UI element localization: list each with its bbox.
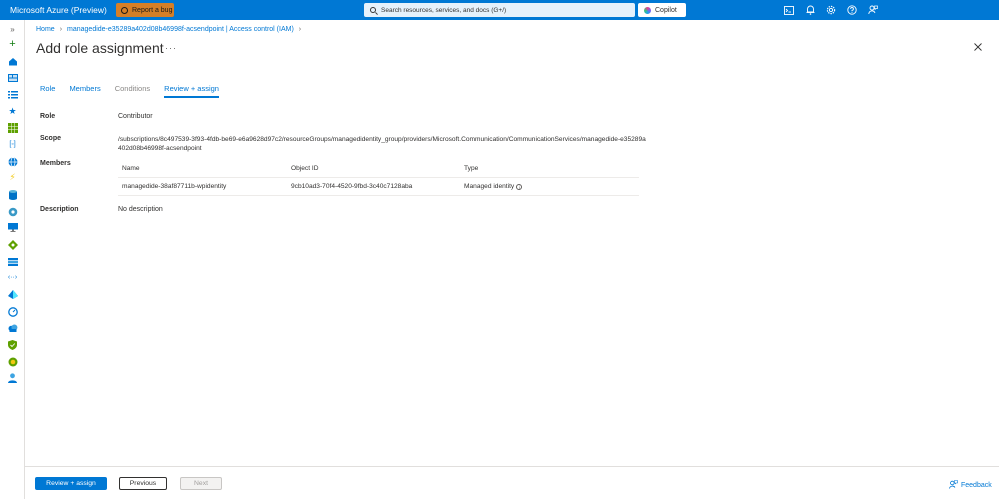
previous-button[interactable]: Previous bbox=[119, 477, 167, 490]
page-title: Add role assignment bbox=[36, 40, 164, 56]
footer-bar: Review + assign Previous Next Feedback bbox=[25, 466, 999, 499]
cost-management-icon[interactable] bbox=[7, 356, 18, 367]
members-table: Name Object ID Type managedide-38af87711… bbox=[118, 160, 639, 196]
info-icon[interactable]: i bbox=[516, 183, 523, 190]
entra-id-icon[interactable] bbox=[7, 289, 18, 300]
top-bar: Microsoft Azure (Preview) Report a bug S… bbox=[0, 0, 999, 20]
tab-review-assign[interactable]: Review + assign bbox=[164, 84, 219, 98]
load-balancer-icon[interactable] bbox=[7, 239, 18, 250]
copilot-icon bbox=[644, 6, 651, 14]
breadcrumb-home[interactable]: Home bbox=[36, 26, 55, 33]
storage-account-icon[interactable] bbox=[7, 256, 18, 267]
role-value: Contributor bbox=[118, 113, 153, 120]
home-icon[interactable] bbox=[7, 56, 18, 67]
global-search-input[interactable]: Search resources, services, and docs (G+… bbox=[364, 3, 635, 17]
resource-groups-icon[interactable]: [◦] bbox=[7, 139, 18, 150]
notifications-bell-icon[interactable] bbox=[803, 3, 817, 17]
dashboard-icon[interactable] bbox=[7, 72, 18, 83]
create-resource-icon[interactable]: + bbox=[7, 39, 18, 50]
expand-menu-icon[interactable]: » bbox=[7, 24, 18, 35]
cloud-shell-icon[interactable] bbox=[782, 3, 796, 17]
virtual-machine-icon[interactable] bbox=[7, 222, 18, 233]
sql-database-icon[interactable] bbox=[7, 189, 18, 200]
app-services-globe-icon[interactable] bbox=[7, 156, 18, 167]
feedback-link[interactable]: Feedback bbox=[949, 480, 992, 491]
close-icon[interactable] bbox=[974, 42, 982, 54]
help-question-icon[interactable] bbox=[845, 3, 859, 17]
tab-members[interactable]: Members bbox=[69, 84, 100, 98]
copilot-button[interactable]: Copilot bbox=[638, 3, 686, 17]
scope-value: /subscriptions/8c497539-3f93-4fdb-be69-e… bbox=[118, 136, 646, 152]
tab-role[interactable]: Role bbox=[40, 84, 55, 98]
next-button[interactable]: Next bbox=[180, 477, 222, 490]
virtual-network-icon[interactable]: ‹··› bbox=[7, 272, 18, 283]
report-bug-label: Report a bug bbox=[132, 6, 173, 14]
members-label: Members bbox=[40, 160, 71, 167]
user-help-icon[interactable] bbox=[7, 372, 18, 383]
wizard-tabs: Role Members Conditions Review + assign bbox=[40, 84, 233, 98]
advisor-cloud-icon[interactable] bbox=[7, 322, 18, 333]
table-header-row: Name Object ID Type bbox=[118, 160, 639, 178]
tab-conditions[interactable]: Conditions bbox=[115, 84, 150, 98]
breadcrumb-resource[interactable]: managedide-e35289a402d08b46998f-acsendpo… bbox=[67, 26, 294, 33]
all-resources-grid-icon[interactable] bbox=[7, 122, 18, 133]
monitor-gauge-icon[interactable] bbox=[7, 306, 18, 317]
all-services-list-icon[interactable] bbox=[7, 89, 18, 100]
search-icon bbox=[370, 7, 376, 13]
feedback-label: Feedback bbox=[961, 482, 992, 489]
more-options-icon[interactable]: ··· bbox=[165, 43, 177, 53]
member-type-cell: Managed identity i bbox=[464, 183, 639, 190]
report-bug-button[interactable]: Report a bug bbox=[116, 3, 174, 17]
column-header-object-id: Object ID bbox=[291, 165, 319, 172]
breadcrumb: Home › managedide-e35289a402d08b46998f-a… bbox=[36, 26, 301, 33]
defender-shield-icon[interactable] bbox=[7, 339, 18, 350]
chevron-right-icon: › bbox=[298, 26, 302, 33]
role-label: Role bbox=[40, 113, 56, 120]
feedback-icon bbox=[949, 480, 958, 491]
member-object-id: 9cb10ad3-70f4-4520-9fbd-3c40c7128aba bbox=[291, 183, 413, 190]
column-header-type: Type bbox=[464, 165, 479, 172]
copilot-label: Copilot bbox=[655, 6, 677, 14]
settings-gear-icon[interactable] bbox=[824, 3, 838, 17]
description-label: Description bbox=[40, 206, 79, 213]
function-app-icon[interactable]: ⚡ bbox=[7, 172, 18, 183]
review-assign-button[interactable]: Review + assign bbox=[35, 477, 107, 490]
table-row: managedide-38af87711b-wpidentity 9cb10ad… bbox=[118, 178, 639, 196]
bug-icon bbox=[121, 6, 128, 14]
search-placeholder: Search resources, services, and docs (G+… bbox=[381, 6, 507, 14]
left-nav-rail: » + ★ [◦] ⚡ ‹··› bbox=[0, 20, 25, 499]
column-header-name: Name bbox=[122, 165, 140, 172]
chevron-right-icon: › bbox=[59, 26, 63, 33]
scope-label: Scope bbox=[40, 135, 62, 142]
description-value: No description bbox=[118, 206, 163, 213]
member-name: managedide-38af87711b-wpidentity bbox=[122, 183, 227, 190]
feedback-person-icon[interactable] bbox=[866, 3, 880, 17]
cosmos-db-icon[interactable] bbox=[7, 206, 18, 217]
portal-brand[interactable]: Microsoft Azure (Preview) bbox=[10, 5, 107, 15]
favorites-star-icon[interactable]: ★ bbox=[7, 106, 18, 117]
member-type: Managed identity bbox=[464, 183, 515, 190]
